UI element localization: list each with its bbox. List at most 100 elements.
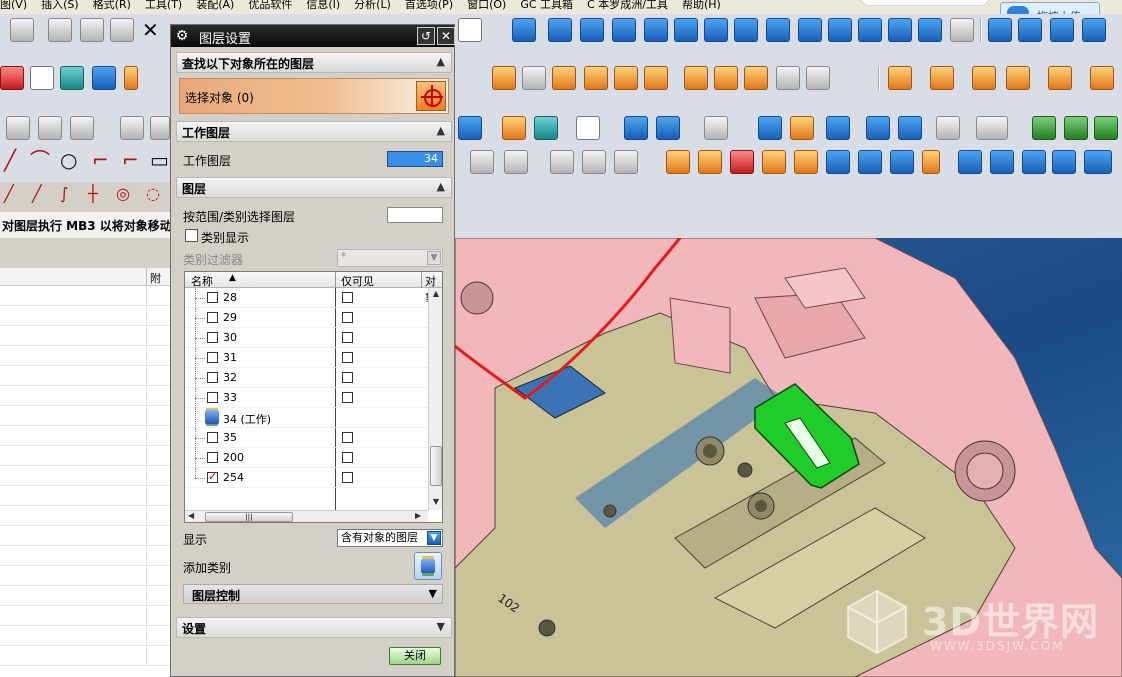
section-work-header[interactable]: 工作图层 ▲	[176, 121, 452, 142]
list-item[interactable]	[0, 546, 170, 566]
scroll-right-icon[interactable]: ▶	[415, 511, 421, 520]
layer-control-header[interactable]: 图层控制 ▼	[183, 584, 443, 604]
toolbar-icon[interactable]	[1094, 116, 1118, 140]
toolbar-icon[interactable]	[522, 66, 546, 90]
list-item[interactable]	[0, 286, 170, 306]
select-object-field[interactable]: 选择对象 (0)	[179, 78, 449, 114]
toolbar-icon[interactable]	[656, 116, 680, 140]
toolbar-icon[interactable]	[762, 150, 786, 174]
layer-row[interactable]: 31	[185, 348, 429, 368]
toolbar-icon[interactable]	[790, 116, 814, 140]
search-pill[interactable]	[860, 0, 990, 6]
visible-only-checkbox[interactable]	[342, 312, 353, 323]
paste-icon[interactable]	[110, 18, 134, 42]
category-display-checkbox[interactable]	[185, 229, 198, 242]
dialog-titlebar[interactable]: ⚙ 图层设置 ↺ ✕	[171, 25, 455, 47]
toolbar-icon[interactable]	[502, 116, 526, 140]
menu-item[interactable]: GC 工具箱	[520, 0, 573, 10]
line-icon[interactable]: ╱	[4, 184, 14, 204]
visible-only-checkbox[interactable]	[342, 292, 353, 303]
toolbar-icon[interactable]	[930, 66, 954, 90]
reset-icon[interactable]: ↺	[417, 27, 435, 45]
layer-checkbox[interactable]	[207, 392, 218, 403]
cut-icon[interactable]	[48, 18, 72, 42]
list-item[interactable]	[0, 566, 170, 586]
toolbar-icon[interactable]	[492, 66, 516, 90]
list-item[interactable]	[0, 626, 170, 646]
list-item[interactable]	[0, 606, 170, 626]
layer-row-work[interactable]: 34 (工作)	[185, 408, 429, 428]
toolbar-icon[interactable]	[704, 116, 728, 140]
toolbar-icon[interactable]	[744, 66, 768, 90]
layer-row[interactable]: 30	[185, 328, 429, 348]
list-item[interactable]	[0, 326, 170, 346]
toolbar-icon[interactable]	[684, 66, 708, 90]
toolbar-icon[interactable]	[766, 18, 790, 42]
menu-item[interactable]: 首选项(P)	[405, 0, 453, 10]
layer-checkbox-checked[interactable]	[207, 470, 218, 483]
toolbar-icon[interactable]	[60, 66, 84, 90]
toolbar-icon[interactable]	[92, 66, 116, 90]
toolbar-icon[interactable]	[918, 18, 942, 42]
section-settings-header[interactable]: 设置 ▼	[176, 617, 452, 638]
visible-only-checkbox[interactable]	[342, 372, 353, 383]
layer-checkbox[interactable]	[207, 332, 218, 343]
menu-item[interactable]: 帮助(H)	[682, 0, 721, 10]
toolbar-icon[interactable]	[776, 66, 800, 90]
layer-row[interactable]: 28	[185, 288, 429, 308]
circle-icon[interactable]: ◎	[116, 184, 130, 204]
toolbar-icon[interactable]	[550, 150, 574, 174]
toolbar-icon[interactable]	[1048, 66, 1072, 90]
gear-icon[interactable]: ⚙	[174, 28, 190, 44]
name-icon[interactable]	[1084, 150, 1112, 174]
toolbar-icon[interactable]	[890, 150, 914, 174]
arrow-down-icon[interactable]	[698, 150, 722, 174]
arc-icon[interactable]: ⌒	[30, 150, 50, 170]
toolbar-icon[interactable]	[826, 150, 850, 174]
list-item[interactable]	[0, 446, 170, 466]
menu-item[interactable]: 窗口(O)	[467, 0, 506, 10]
add-category-button[interactable]	[414, 552, 442, 580]
list-item[interactable]	[0, 586, 170, 606]
toolbar-icon[interactable]	[504, 150, 528, 174]
work-layer-input[interactable]: 34	[387, 151, 443, 167]
navigator-column[interactable]: 附	[150, 270, 161, 286]
toolbar-icon[interactable]	[1050, 18, 1074, 42]
column-name[interactable]: 名称	[191, 273, 213, 289]
toolbar-icon[interactable]	[512, 18, 536, 42]
info-icon[interactable]	[888, 18, 912, 42]
layer-checkbox[interactable]	[207, 312, 218, 323]
toolbar-icon[interactable]	[150, 116, 170, 140]
toolbar-icon[interactable]	[552, 66, 576, 90]
layer-row[interactable]: 254	[185, 468, 429, 488]
list-item[interactable]	[0, 366, 170, 386]
toolbar-icon[interactable]	[6, 116, 30, 140]
list-item[interactable]	[0, 426, 170, 446]
vertical-scrollbar[interactable]: ▲ ▼	[428, 288, 442, 510]
delete-icon[interactable]: ✕	[142, 18, 159, 42]
toolbar-icon[interactable]	[730, 150, 754, 174]
rectangle-icon[interactable]: ▭	[150, 150, 169, 170]
layer-row[interactable]: 32	[185, 368, 429, 388]
toolbar-icon[interactable]	[584, 66, 608, 90]
circle-icon[interactable]: ◌	[146, 184, 160, 204]
range-input[interactable]	[387, 207, 443, 223]
menu-item[interactable]: C 本罗成洲/工具	[587, 0, 668, 10]
toolbar-icon[interactable]	[0, 66, 24, 90]
menu-item[interactable]: 分析(L)	[354, 0, 391, 10]
toolbar-icon[interactable]	[614, 150, 638, 174]
toolbar-icon[interactable]	[124, 66, 138, 90]
toolbar-icon[interactable]	[38, 116, 62, 140]
toolbar-icon[interactable]	[70, 116, 94, 140]
toolbar-icon[interactable]	[624, 116, 648, 140]
menu-item[interactable]: 装配(A)	[196, 0, 234, 10]
category-filter-select[interactable]: * ▼	[337, 249, 443, 267]
visible-only-checkbox[interactable]	[342, 352, 353, 363]
display-select[interactable]: 含有对象的图层 ▼	[337, 529, 443, 547]
toolbar-icon[interactable]	[1082, 18, 1106, 42]
cancel-icon[interactable]	[30, 66, 54, 90]
list-item[interactable]	[0, 526, 170, 546]
toolbar-icon[interactable]	[990, 150, 1014, 174]
fillet-icon[interactable]: ⌐	[92, 150, 109, 170]
scroll-down-icon[interactable]: ▼	[430, 497, 442, 509]
